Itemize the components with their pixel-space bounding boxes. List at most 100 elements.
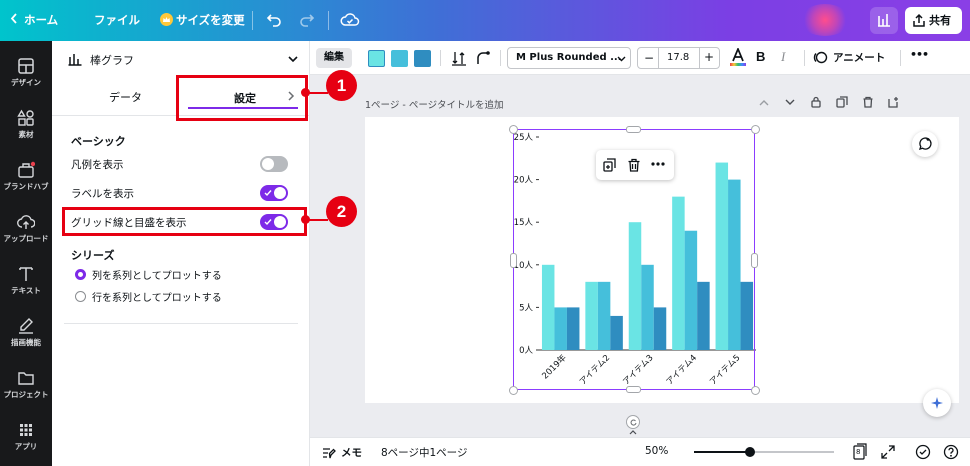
series-heading: シリーズ bbox=[71, 249, 115, 262]
upload-icon bbox=[17, 215, 35, 229]
glow-decoration bbox=[800, 4, 850, 36]
fullscreen-icon[interactable] bbox=[881, 445, 895, 459]
rail-item-text[interactable]: テキスト bbox=[0, 257, 52, 307]
radio-columns-as-series[interactable] bbox=[75, 269, 86, 280]
chevron-up-icon[interactable] bbox=[759, 99, 769, 106]
add-comment-button[interactable] bbox=[912, 131, 938, 157]
page-counter: 8ページ中1ページ bbox=[381, 447, 468, 459]
font-size-value[interactable]: 17.8 bbox=[667, 52, 689, 63]
add-page-icon[interactable] bbox=[887, 96, 900, 108]
cloud-saved-icon[interactable] bbox=[340, 11, 360, 29]
decrease-font-button[interactable]: − bbox=[644, 51, 654, 65]
bar bbox=[728, 179, 741, 350]
lock-icon[interactable] bbox=[810, 96, 822, 108]
resize-handle[interactable] bbox=[626, 386, 641, 393]
resize-handle[interactable] bbox=[751, 253, 758, 268]
resize-handle[interactable] bbox=[751, 386, 760, 395]
duplicate-page-icon[interactable] bbox=[836, 96, 848, 108]
file-menu[interactable]: ファイル bbox=[94, 0, 140, 41]
edit-button[interactable]: 編集 bbox=[316, 48, 352, 68]
share-button[interactable]: 共有 bbox=[905, 7, 962, 34]
zoom-slider[interactable] bbox=[694, 447, 834, 457]
divider bbox=[804, 50, 805, 66]
font-family-value: M Plus Rounded ... bbox=[516, 52, 622, 63]
scroll-page-button[interactable] bbox=[626, 415, 640, 429]
status-bar: メモ 8ページ中1ページ 50% 8 bbox=[310, 437, 970, 466]
rail-item-projects[interactable]: プロジェクト bbox=[0, 361, 52, 411]
editor-toolbar: 編集 M Plus Rounded ... − 17.8 + B I アニメート… bbox=[310, 41, 970, 75]
radio-label-rows: 行を系列としてプロットする bbox=[92, 293, 222, 304]
magic-assistant-button[interactable] bbox=[923, 389, 951, 417]
bar bbox=[597, 281, 611, 350]
chart-type-select[interactable]: 棒グラフ bbox=[64, 49, 300, 71]
x-tick-label: 2019年 bbox=[540, 352, 569, 381]
labels-toggle[interactable] bbox=[260, 185, 288, 201]
elements-icon bbox=[17, 109, 34, 126]
bold-button[interactable]: B bbox=[756, 49, 765, 64]
draw-icon bbox=[19, 318, 33, 334]
annotation-number-1: 1 bbox=[326, 70, 357, 101]
bar bbox=[585, 281, 598, 350]
legend-toggle[interactable] bbox=[260, 156, 288, 172]
resize-handle[interactable] bbox=[626, 126, 641, 133]
crown-icon bbox=[160, 13, 173, 26]
color-swatch-1[interactable] bbox=[368, 50, 385, 67]
duplicate-icon[interactable] bbox=[603, 158, 617, 172]
rail-label: 描画機能 bbox=[11, 338, 41, 347]
resize-handle[interactable] bbox=[509, 386, 518, 395]
resize-handle[interactable] bbox=[751, 125, 760, 134]
more-options-button[interactable]: ••• bbox=[910, 48, 929, 61]
chevron-down-icon[interactable] bbox=[785, 99, 795, 106]
bar bbox=[610, 315, 623, 350]
font-size-stepper[interactable]: − 17.8 + bbox=[637, 47, 720, 69]
x-tick-label: アイテム3 bbox=[621, 353, 655, 387]
undo-icon[interactable] bbox=[266, 12, 282, 28]
animate-label: アニメート bbox=[833, 52, 886, 64]
rail-label: プロジェクト bbox=[3, 390, 49, 399]
bar bbox=[697, 281, 710, 350]
annotation-number-2: 2 bbox=[326, 196, 357, 227]
trash-icon[interactable] bbox=[627, 158, 641, 172]
bar-chart-icon bbox=[878, 14, 890, 27]
help-icon[interactable] bbox=[943, 444, 959, 460]
rail-item-draw[interactable]: 描画機能 bbox=[0, 309, 52, 359]
chart-insights-button[interactable] bbox=[870, 7, 898, 34]
resize-button[interactable]: サイズを変更 bbox=[160, 0, 245, 41]
rail-item-upload[interactable]: アップロード bbox=[0, 205, 52, 255]
italic-button[interactable]: I bbox=[781, 49, 785, 65]
rail-label: 素材 bbox=[18, 130, 34, 139]
side-rail: デザイン 素材 ブランドハブ アップロード テキスト 描画機能 プロジェクト ア… bbox=[0, 41, 52, 466]
rail-item-brand-hub[interactable]: ブランドハブ bbox=[0, 153, 52, 203]
resize-handle[interactable] bbox=[509, 125, 518, 134]
bar bbox=[684, 230, 698, 350]
redo-icon[interactable] bbox=[299, 12, 315, 28]
page-grid-button[interactable]: 8 bbox=[853, 443, 867, 460]
check-circle-icon[interactable] bbox=[915, 444, 931, 460]
home-button[interactable]: ホーム bbox=[10, 0, 58, 41]
more-icon[interactable] bbox=[651, 162, 665, 166]
increase-font-button[interactable]: + bbox=[704, 50, 714, 64]
delete-page-icon[interactable] bbox=[862, 96, 874, 108]
divider bbox=[440, 50, 441, 66]
color-swatch-3[interactable] bbox=[414, 50, 431, 67]
annotation-box-settings-tab bbox=[176, 75, 308, 121]
curve-line-icon[interactable] bbox=[475, 50, 491, 66]
comment-icon bbox=[918, 137, 932, 151]
bar bbox=[672, 196, 685, 350]
tab-data[interactable]: データ bbox=[109, 89, 142, 105]
annotation-dot bbox=[301, 88, 310, 97]
chevron-up-icon[interactable] bbox=[629, 430, 637, 435]
page-title[interactable]: 1ページ - ページタイトルを追加 bbox=[365, 97, 503, 111]
rail-item-apps[interactable]: アプリ bbox=[0, 413, 52, 463]
spacing-icon[interactable] bbox=[451, 50, 467, 66]
rail-item-elements[interactable]: 素材 bbox=[0, 101, 52, 151]
font-family-select[interactable]: M Plus Rounded ... bbox=[507, 47, 631, 69]
radio-rows-as-series[interactable] bbox=[75, 291, 86, 302]
bar-chart-icon bbox=[68, 54, 82, 66]
rail-item-design[interactable]: デザイン bbox=[0, 49, 52, 99]
resize-handle[interactable] bbox=[510, 253, 517, 268]
color-swatch-2[interactable] bbox=[391, 50, 408, 67]
text-color-button[interactable] bbox=[728, 48, 748, 70]
zoom-value[interactable]: 50% bbox=[645, 445, 668, 457]
chart-type-label: 棒グラフ bbox=[90, 54, 134, 67]
